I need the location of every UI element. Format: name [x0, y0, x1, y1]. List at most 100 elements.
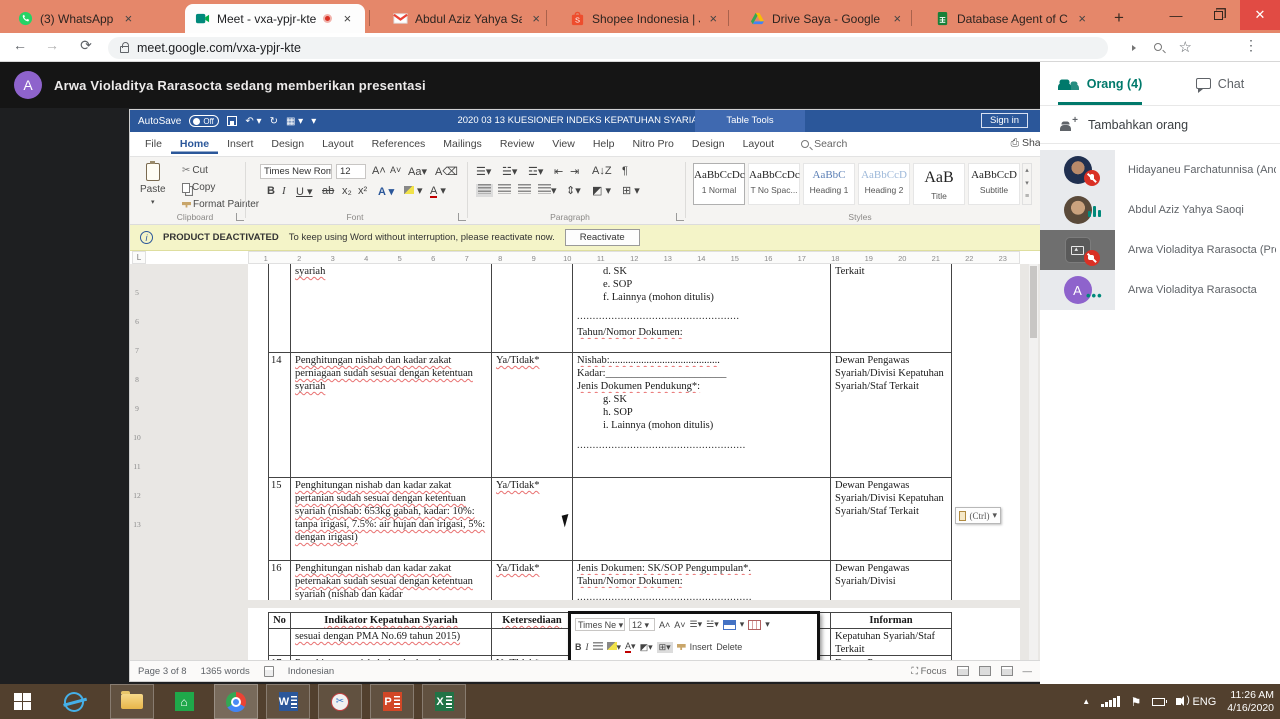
tab-close-icon[interactable]: × [707, 11, 720, 27]
cut-button[interactable]: ✂Cut [182, 165, 208, 176]
overflow-menu-icon[interactable]: ••• [1086, 288, 1103, 303]
mini-delete-button[interactable]: Delete [716, 642, 742, 652]
ribbon-tab[interactable]: Layout [734, 134, 784, 154]
bullets-icon[interactable]: ☰▾ [476, 165, 491, 178]
ribbon-tab[interactable]: File [136, 134, 171, 154]
mini-italic-button[interactable]: I [586, 642, 589, 652]
font-color-button[interactable]: A ▾ [430, 184, 446, 198]
taskbar-powerpoint[interactable]: P [370, 684, 414, 719]
mini-borders-icon[interactable]: ⊞▾ [657, 642, 673, 653]
language-switcher[interactable]: ENG [1192, 696, 1216, 708]
tab-meet[interactable]: Meet - vxa-ypjr-kte × [185, 4, 365, 33]
participant-row[interactable]: A ••• Arwa Violaditya Rarasocta [1040, 270, 1280, 310]
shrink-font-icon[interactable]: A˅ [390, 165, 401, 175]
back-icon[interactable]: ← [10, 37, 30, 53]
subscript-button[interactable]: x₂ [342, 185, 352, 197]
volume-icon[interactable] [1176, 698, 1181, 705]
mini-bullets-icon[interactable]: ☰▾ [690, 619, 703, 630]
page-indicator[interactable]: Page 3 of 8 [138, 666, 187, 677]
borders-icon[interactable]: ⊞ ▾ [622, 184, 640, 197]
increase-indent-icon[interactable]: ⇥ [570, 165, 579, 178]
styles-gallery-scroll[interactable]: ▴▾≡ [1022, 163, 1032, 205]
indicator-text[interactable]: syariah [295, 266, 325, 277]
horizontal-ruler[interactable]: 1234567891011121314151617181920212223 [248, 251, 1020, 264]
mini-table-style-icon[interactable] [723, 620, 736, 630]
qat-customize-icon[interactable]: ▾ [311, 116, 316, 127]
ribbon-search[interactable]: Search [801, 138, 847, 150]
start-button[interactable] [0, 684, 44, 719]
table-row-15[interactable]: 15 Penghitungan nishab dan kadar zakat p… [268, 478, 952, 561]
grow-font-icon[interactable]: A˄ [372, 165, 386, 177]
style-normal[interactable]: AaBbCcDc1 Normal [693, 163, 745, 205]
browser-menu-icon[interactable]: ⋮ [1244, 37, 1258, 54]
tab-close-icon[interactable]: × [529, 11, 543, 27]
mini-grow-font-icon[interactable]: A˄ [659, 620, 670, 630]
tab-close-icon[interactable]: × [339, 11, 355, 27]
add-people-button[interactable]: Tambahkan orang [1040, 106, 1280, 144]
print-layout-icon[interactable] [979, 666, 991, 676]
multilevel-list-icon[interactable]: ☲▾ [528, 165, 543, 178]
forward-icon[interactable]: → [42, 37, 62, 53]
participant-row-presenting[interactable]: Arwa Violaditya Rarasocta (Pre... [1040, 230, 1280, 270]
style-no-spacing[interactable]: AaBbCcDcT No Spac... [748, 163, 800, 205]
italic-button[interactable]: I [282, 185, 286, 197]
proofing-icon[interactable] [264, 666, 274, 677]
taskbar-excel[interactable]: X [422, 684, 466, 719]
font-size-select[interactable]: 12 [336, 164, 366, 179]
tab-sheets[interactable]: Database Agent of Chan × [925, 4, 1097, 33]
close-button[interactable]: ✕ [1240, 0, 1280, 30]
format-painter-button[interactable]: Format Painter [182, 199, 259, 210]
bold-button[interactable]: B [267, 185, 275, 197]
clear-formatting-icon[interactable]: A⌫ [435, 165, 458, 178]
word-count[interactable]: 1365 words [201, 666, 250, 677]
style-title[interactable]: AaBTitle [913, 163, 965, 205]
show-marks-icon[interactable]: ¶ [622, 165, 628, 177]
tab-close-icon[interactable]: × [891, 11, 904, 27]
ribbon-tab[interactable]: Insert [218, 134, 262, 154]
paste-button[interactable]: Paste▾ [140, 163, 166, 206]
style-subtitle[interactable]: AaBbCcDSubtitle [968, 163, 1020, 205]
align-center-icon[interactable] [498, 184, 511, 197]
bookmark-star-icon[interactable]: ☆ [1179, 38, 1192, 56]
ribbon-tab[interactable]: Home [171, 134, 218, 154]
mini-shrink-font-icon[interactable]: A˅ [674, 620, 685, 630]
action-center-icon[interactable]: ⚑ [1131, 695, 1142, 709]
indicator-text[interactable]: Penghitungan nishab dan kadar zakat pern… [295, 355, 473, 392]
numbering-icon[interactable]: ☱▾ [502, 165, 517, 178]
participant-row[interactable]: Hidayaneu Farchatunnisa (And... [1040, 150, 1280, 190]
mini-font-select[interactable]: Times Ne ▾ [575, 618, 625, 631]
mini-insert-button[interactable]: Insert [690, 642, 713, 652]
ribbon-tab[interactable]: Layout [313, 134, 363, 154]
indicator-text[interactable]: Penghitungan nishab dan kadar zakat pert… [295, 480, 485, 543]
ribbon-tab[interactable]: References [363, 134, 435, 154]
reload-icon[interactable]: ⟳ [76, 37, 96, 54]
reactivate-button[interactable]: Reactivate [565, 229, 640, 246]
align-right-icon[interactable] [518, 184, 531, 197]
justify-icon[interactable]: ▾ [538, 184, 557, 197]
paragraph-dialog-launcher[interactable] [676, 213, 684, 221]
highlight-button[interactable]: ▾ [404, 184, 423, 197]
zoom-icon[interactable] [1154, 39, 1162, 54]
mini-font-color-icon[interactable]: A▾ [625, 641, 636, 653]
table-row-16[interactable]: 16 Penghitungan nishab dan kadar zakat p… [268, 561, 952, 600]
ribbon-tab[interactable]: Design [683, 134, 734, 154]
ribbon-tab[interactable]: View [543, 134, 584, 154]
paste-options-button[interactable]: (Ctrl)▾ [955, 507, 1001, 524]
vertical-ruler[interactable]: 5678910111213 [130, 278, 144, 539]
language-indicator[interactable]: Indonesian [288, 666, 334, 677]
network-icon[interactable] [1101, 696, 1120, 707]
zoom-out-icon[interactable]: — [1023, 666, 1033, 677]
mini-bold-button[interactable]: B [575, 642, 582, 652]
change-case-icon[interactable]: Aa▾ [408, 165, 427, 178]
tab-close-icon[interactable]: × [120, 11, 136, 27]
taskbar-word[interactable]: W [266, 684, 310, 719]
text-effects-icon[interactable]: A ▾ [378, 185, 394, 198]
clock[interactable]: 11:26 AM 4/16/2020 [1227, 689, 1274, 715]
save-icon[interactable] [227, 116, 237, 126]
autosave-toggle[interactable]: Off [189, 115, 219, 127]
url-field[interactable]: meet.google.com/vxa-ypjr-kte [108, 37, 1108, 59]
battery-icon[interactable] [1152, 698, 1165, 706]
ribbon-tab[interactable]: Help [584, 134, 624, 154]
ribbon-tab[interactable]: Design [262, 134, 313, 154]
sign-in-button[interactable]: Sign in [981, 113, 1028, 128]
